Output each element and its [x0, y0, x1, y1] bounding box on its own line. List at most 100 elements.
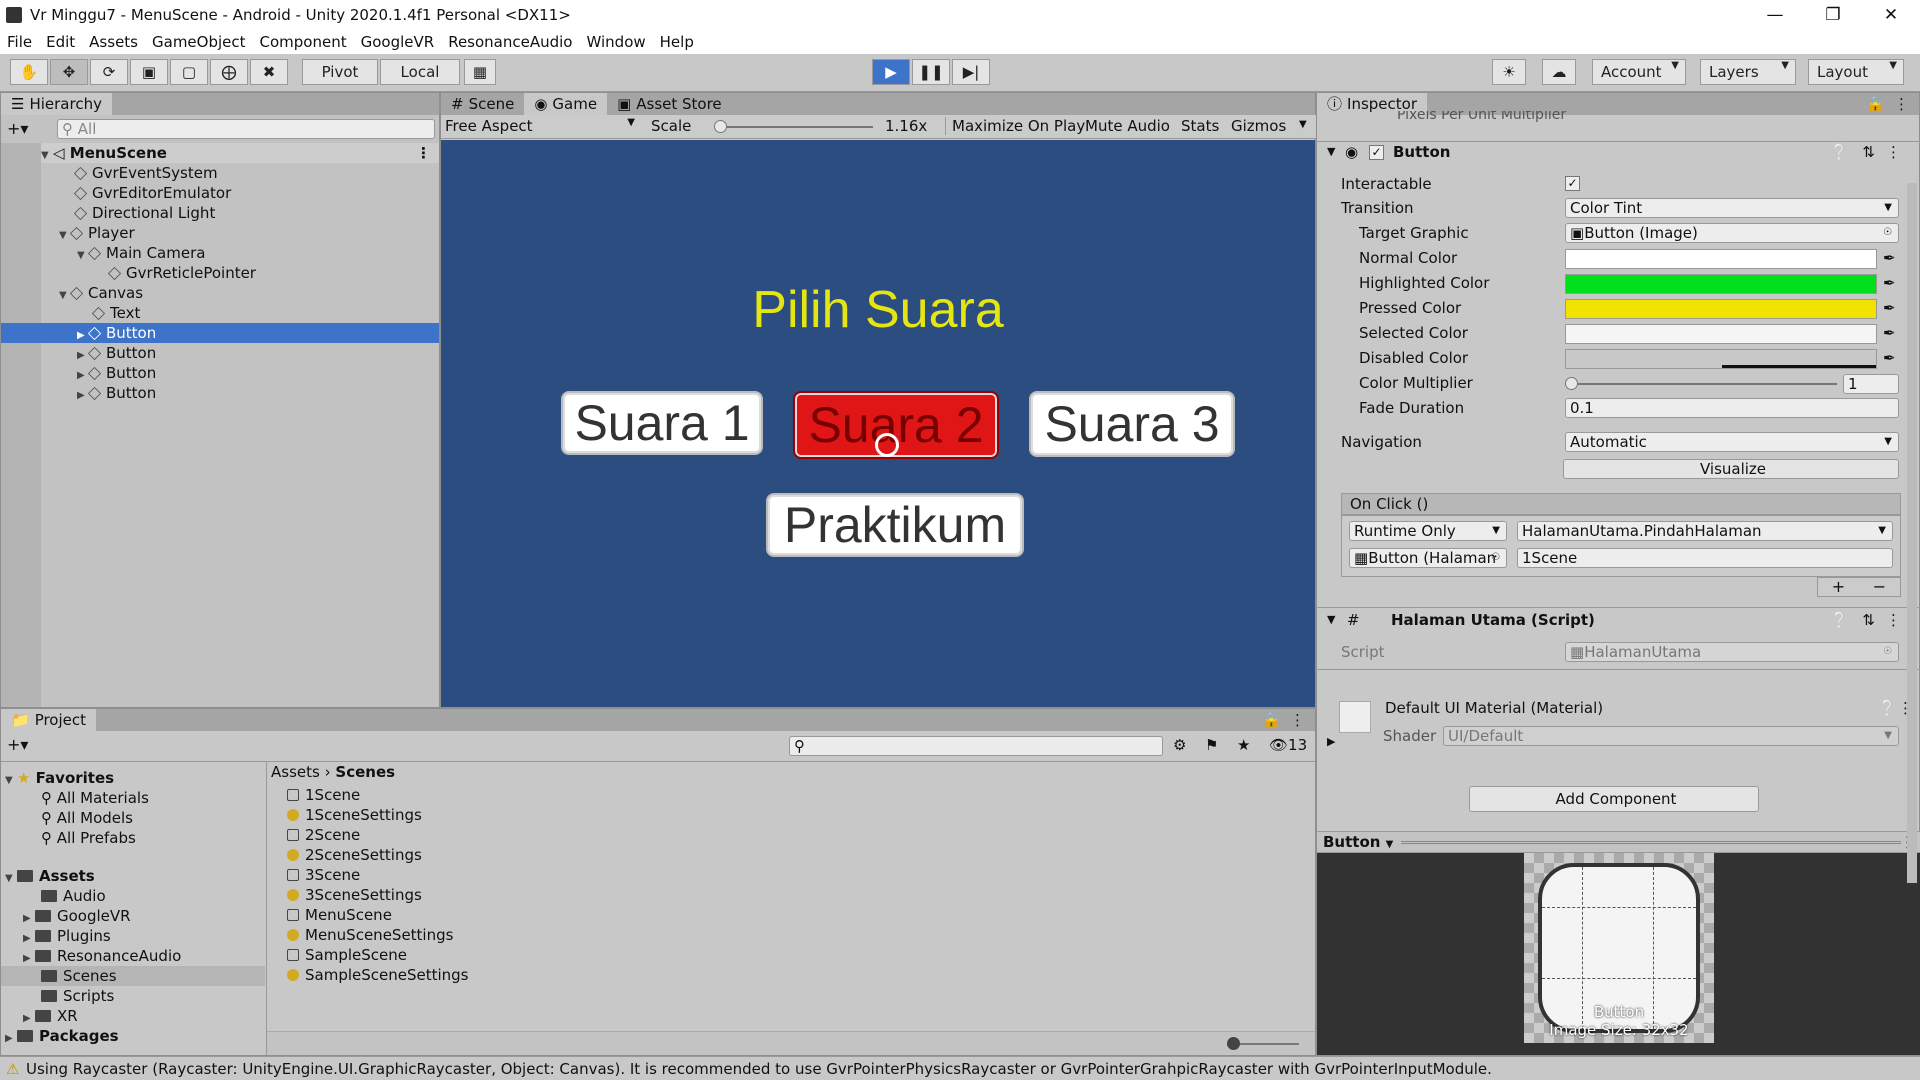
restore-button[interactable]: ❐ [1804, 0, 1862, 30]
maximize-on-play-toggle[interactable]: Maximize On Play [945, 117, 1085, 135]
folder-item[interactable]: Audio [27, 886, 106, 906]
folder-item[interactable]: ▶ XR [23, 1006, 78, 1026]
hierarchy-item[interactable]: ▼ Canvas [59, 283, 143, 303]
transform-tool-icon[interactable]: ⨁ [210, 59, 248, 85]
hierarchy-item[interactable]: ▶ Button [77, 343, 156, 363]
hand-tool-icon[interactable]: ✋ [10, 59, 48, 85]
hierarchy-item[interactable]: Directional Light [73, 203, 215, 223]
project-search-input[interactable]: ⚲ [789, 736, 1163, 756]
help-icon[interactable]: ❔ [1830, 143, 1849, 161]
menu-file[interactable]: File [0, 33, 39, 51]
layers-dropdown[interactable]: Layers ▼ [1700, 59, 1796, 85]
disabled-color-swatch[interactable] [1565, 349, 1877, 369]
help-icon[interactable]: ❔ [1878, 699, 1897, 717]
tab-hierarchy[interactable]: ☰ Hierarchy [1, 93, 112, 115]
folder-item[interactable]: ▶ Plugins [23, 926, 111, 946]
account-dropdown[interactable]: Account ▼ [1592, 59, 1686, 85]
tab-project[interactable]: 📁 Project [1, 709, 97, 731]
scale-tool-icon[interactable]: ▣ [130, 59, 168, 85]
target-object-field[interactable]: ▦Button (Halaman ☉ [1349, 548, 1507, 568]
chevron-right-icon[interactable]: ▶ [77, 386, 89, 406]
scale-slider-thumb[interactable] [714, 120, 728, 133]
add-icon[interactable]: + [1832, 578, 1845, 596]
menu-googlevr[interactable]: GoogleVR [354, 33, 442, 51]
more-icon[interactable]: ⋮ [416, 143, 431, 163]
chevron-down-icon[interactable]: ▼ [1299, 119, 1307, 130]
highlighted-color-swatch[interactable] [1565, 274, 1877, 294]
eyedropper-icon[interactable]: ✒ [1883, 249, 1896, 267]
preview-dropdown[interactable]: Button ▼ [1323, 833, 1393, 851]
pressed-color-swatch[interactable] [1565, 299, 1877, 319]
hierarchy-item[interactable]: GvrEventSystem [73, 163, 218, 183]
more-icon[interactable]: ⋮ [1886, 611, 1901, 629]
chevron-right-icon[interactable]: ▶ [1327, 735, 1335, 748]
runtime-dropdown[interactable]: Runtime Only ▼ [1349, 521, 1507, 541]
favorites-header[interactable]: ▼ ★ Favorites [5, 768, 114, 788]
normal-color-swatch[interactable] [1565, 249, 1877, 269]
add-component-button[interactable]: Add Component [1469, 786, 1759, 812]
close-button[interactable]: ✕ [1862, 0, 1920, 30]
favorite-item[interactable]: ⚲ All Prefabs [41, 828, 136, 848]
layout-dropdown[interactable]: Layout ▼ [1808, 59, 1904, 85]
scene-root-row[interactable]: ▼ ◁ MenuScene ⋮ [41, 143, 439, 163]
suara-2-button[interactable]: Suara 2 [793, 391, 999, 459]
menu-window[interactable]: Window [580, 33, 653, 51]
folder-item[interactable]: ▶ GoogleVR [23, 906, 131, 926]
chevron-down-icon[interactable]: ▼ [59, 226, 71, 246]
minimize-button[interactable]: — [1746, 0, 1804, 30]
transition-dropdown[interactable]: Color Tint ▼ [1565, 198, 1899, 218]
favorite-star-icon[interactable]: ★ [1237, 736, 1250, 754]
hierarchy-item[interactable]: GvrReticlePointer [107, 263, 256, 283]
color-multiplier-input[interactable]: 1 [1843, 374, 1899, 394]
pause-button[interactable]: ❚❚ [912, 59, 950, 85]
file-item[interactable]: 2Scene [287, 825, 360, 845]
file-item[interactable]: 1SceneSettings [287, 805, 422, 825]
chevron-down-icon[interactable]: ▼ [1327, 613, 1335, 626]
function-dropdown[interactable]: HalamanUtama.PindahHalaman ▼ [1517, 521, 1893, 541]
hierarchy-item[interactable]: GvrEditorEmulator [73, 183, 231, 203]
fade-duration-input[interactable]: 0.1 [1565, 398, 1899, 418]
folder-item-selected[interactable]: Scenes [1, 966, 265, 986]
mute-audio-toggle[interactable]: Mute Audio [1085, 117, 1170, 135]
lock-icon[interactable]: 🔒 [1866, 95, 1885, 113]
component-enabled-checkbox[interactable]: ✓ [1369, 145, 1384, 160]
file-item[interactable]: 3SceneSettings [287, 885, 422, 905]
play-button[interactable]: ▶ [872, 59, 910, 85]
custom-tool-icon[interactable]: ✖ [250, 59, 288, 85]
file-item[interactable]: MenuSceneSettings [287, 925, 453, 945]
file-item[interactable]: MenuScene [287, 905, 392, 925]
grid-snap-icon[interactable]: ▦ [464, 59, 496, 85]
preset-icon[interactable]: ⇅ [1862, 143, 1875, 161]
menu-assets[interactable]: Assets [82, 33, 145, 51]
tab-game[interactable]: ◉ Game [524, 93, 608, 115]
object-picker-icon[interactable]: ☉ [1491, 549, 1500, 567]
pivot-toggle[interactable]: Pivot [302, 59, 378, 85]
hierarchy-item[interactable]: ▶ Button [77, 383, 156, 403]
chevron-down-icon[interactable]: ▼ [1327, 145, 1335, 158]
shader-dropdown[interactable]: UI/Default ▼ [1443, 726, 1899, 746]
preset-icon[interactable]: ⇅ [1862, 611, 1875, 629]
hidden-count[interactable]: 👁13 [1269, 736, 1307, 754]
menu-component[interactable]: Component [253, 33, 354, 51]
file-item[interactable]: 2SceneSettings [287, 845, 422, 865]
eyedropper-icon[interactable]: ✒ [1883, 324, 1896, 342]
more-icon[interactable]: ⋮ [1894, 95, 1909, 113]
suara-3-button[interactable]: Suara 3 [1029, 391, 1235, 457]
hierarchy-item[interactable]: Text [91, 303, 140, 323]
more-icon[interactable]: ⋮ [1290, 711, 1305, 729]
local-toggle[interactable]: Local [380, 59, 460, 85]
menu-resonanceaudio[interactable]: ResonanceAudio [441, 33, 579, 51]
color-multiplier-slider[interactable] [1565, 377, 1837, 390]
create-plus-button[interactable]: +▾ [7, 735, 28, 754]
breadcrumb-assets[interactable]: Assets [271, 763, 320, 781]
argument-input[interactable]: 1Scene [1517, 548, 1893, 568]
collab-icon[interactable]: ☀ [1492, 59, 1526, 85]
move-tool-icon[interactable]: ✥ [50, 59, 88, 85]
inspector-scrollbar[interactable] [1907, 183, 1917, 883]
interactable-checkbox[interactable]: ✓ [1565, 176, 1580, 191]
favorite-item[interactable]: ⚲ All Models [41, 808, 133, 828]
slider-thumb[interactable] [1227, 1037, 1240, 1050]
hierarchy-search-input[interactable]: ⚲ All [57, 119, 435, 139]
stats-toggle[interactable]: Stats [1181, 117, 1219, 135]
visualize-button[interactable]: Visualize [1563, 459, 1899, 479]
